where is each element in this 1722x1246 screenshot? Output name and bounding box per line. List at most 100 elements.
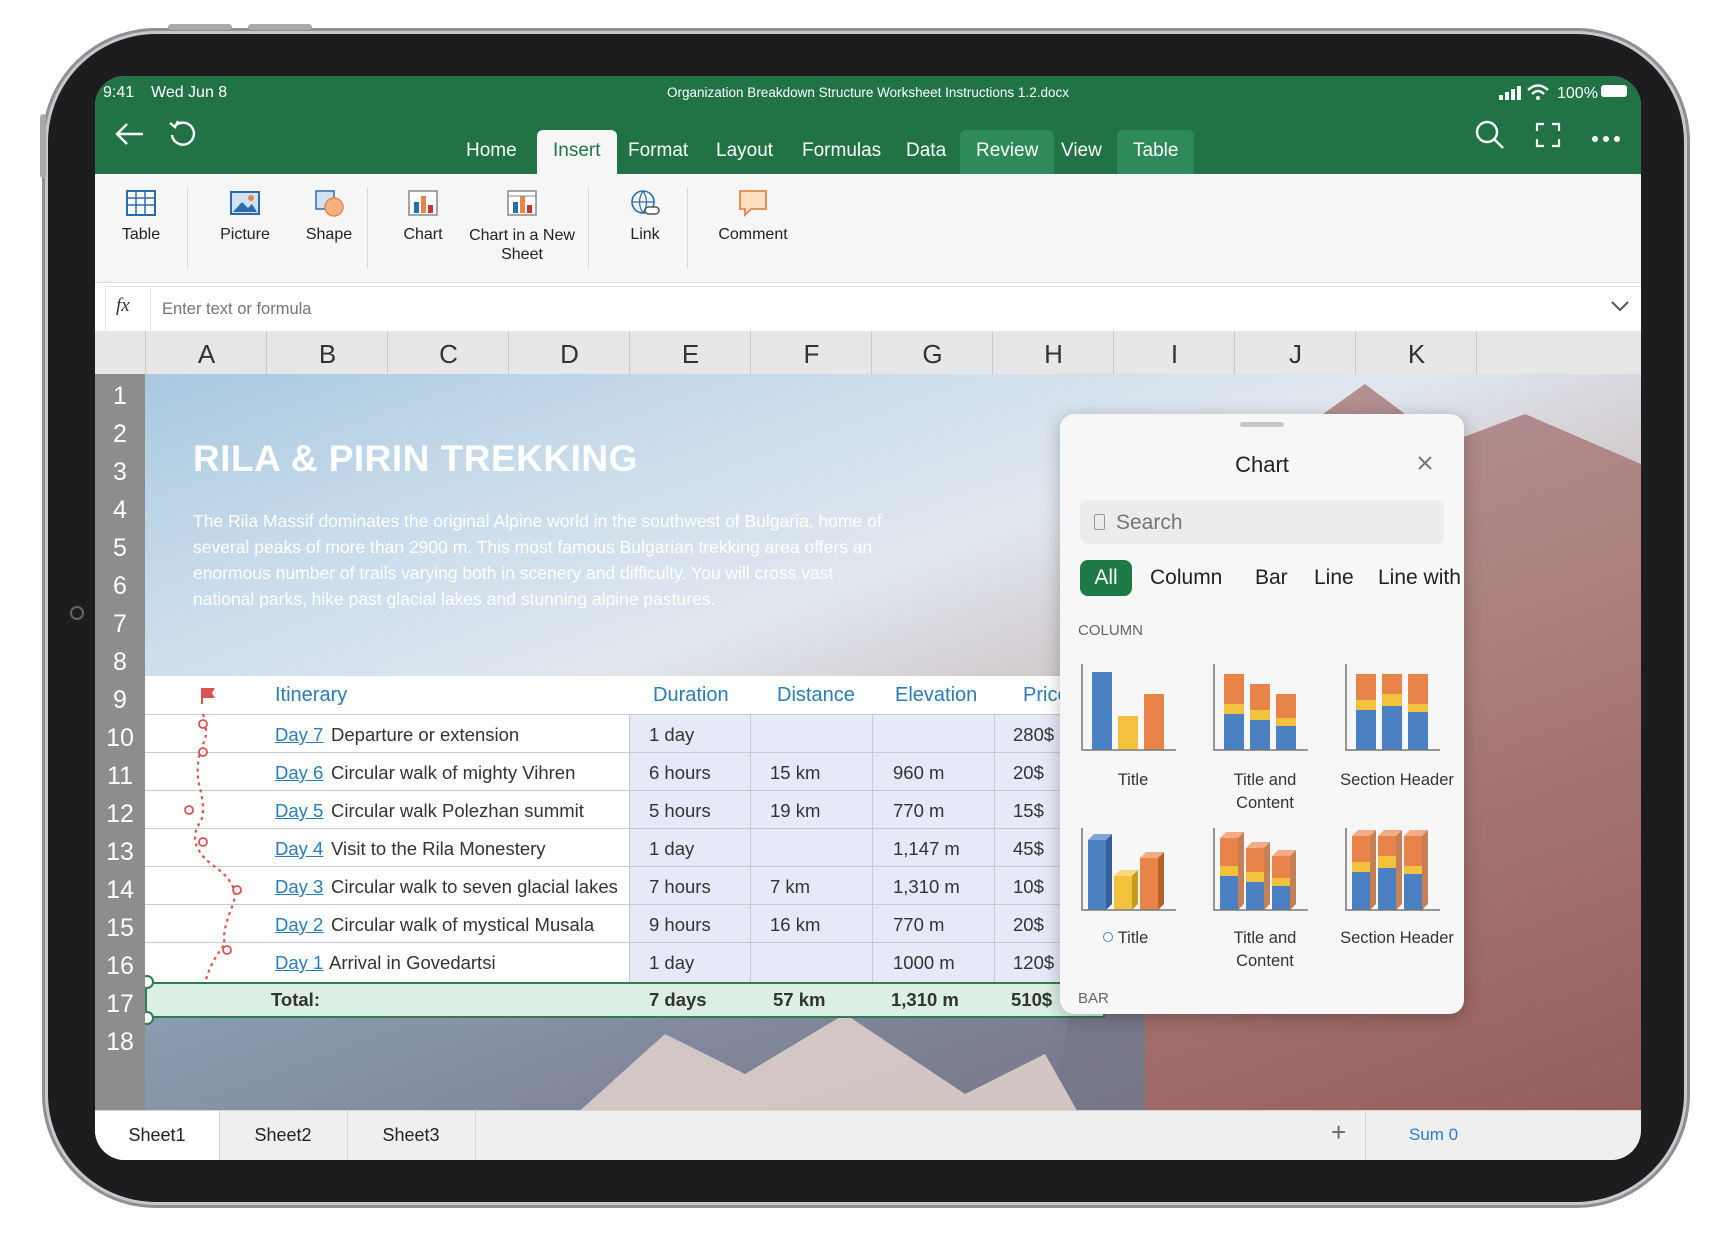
comment-icon [737, 188, 769, 218]
row-header[interactable]: 2 [95, 420, 145, 449]
filter-column[interactable]: Column [1150, 560, 1222, 596]
column-header[interactable]: E [629, 331, 751, 374]
chart-thumb-3d-percent-stacked[interactable]: Section Header [1340, 818, 1454, 998]
filter-all[interactable]: All [1080, 560, 1132, 596]
filter-line-with[interactable]: Line with [1378, 560, 1461, 596]
row-header[interactable]: 12 [95, 800, 145, 829]
table-row[interactable]: Day 4 Visit to the Rila Monestery 1 day … [145, 828, 1105, 867]
column-header[interactable]: G [871, 331, 993, 374]
tab-format[interactable]: Format [612, 130, 704, 174]
insert-chart-new-sheet-button[interactable]: Chart in a New Sheet [465, 188, 579, 264]
day-link[interactable]: Day 6 [275, 753, 323, 791]
search-icon[interactable] [1475, 120, 1505, 155]
chevron-down-icon[interactable] [1611, 299, 1629, 317]
chart-thumb-stacked[interactable]: Title and Content [1210, 660, 1320, 840]
more-icon[interactable] [1591, 130, 1621, 148]
table-row[interactable]: Day 2 Circular walk of mystical Musala 9… [145, 904, 1105, 943]
day-link[interactable]: Day 4 [275, 829, 323, 867]
column-header[interactable]: A [145, 331, 267, 374]
title-bar: 9:41 Wed Jun 8 Organization Breakdown St… [95, 76, 1641, 174]
insert-table-button[interactable]: Table [95, 188, 187, 244]
row-header[interactable]: 13 [95, 838, 145, 867]
table-row[interactable]: Day 6 Circular walk of mighty Vihren 6 h… [145, 752, 1105, 791]
tab-formulas[interactable]: Formulas [786, 130, 897, 174]
tab-home[interactable]: Home [450, 130, 533, 174]
row-header[interactable]: 18 [95, 1028, 145, 1057]
chart-search-input[interactable] [1114, 507, 1438, 539]
day-link[interactable]: Day 2 [275, 905, 323, 943]
filter-bar[interactable]: Bar [1255, 560, 1288, 596]
chart-thumb-3d-clustered[interactable]: Title [1078, 818, 1188, 998]
row-header[interactable]: 5 [95, 534, 145, 563]
tab-review[interactable]: Review [960, 130, 1055, 174]
day-link[interactable]: Day 3 [275, 867, 323, 905]
day-link[interactable]: Day 1 [275, 943, 323, 981]
back-arrow-icon[interactable] [113, 120, 145, 153]
drag-handle[interactable] [1240, 422, 1284, 427]
total-elevation: 1,310 m [891, 989, 959, 1010]
row-header[interactable]: 10 [95, 724, 145, 753]
insert-comment-button[interactable]: Comment [698, 188, 808, 244]
row-header[interactable]: 17 [95, 990, 145, 1019]
row-header[interactable]: 3 [95, 458, 145, 487]
row-header[interactable]: 9 [95, 686, 145, 715]
day-link[interactable]: Day 7 [275, 715, 323, 753]
row-header[interactable]: 14 [95, 876, 145, 905]
3d-percent-stacked-column-icon [1345, 828, 1440, 911]
row-header[interactable]: 1 [95, 382, 145, 411]
chart-thumb-3d-stacked[interactable]: Title and Content [1210, 818, 1320, 998]
row-header[interactable]: 15 [95, 914, 145, 943]
battery-icon [1601, 85, 1627, 97]
column-header[interactable]: D [508, 331, 630, 374]
table-row[interactable]: Day 3 Circular walk to seven glacial lak… [145, 866, 1105, 905]
column-header[interactable]: B [266, 331, 388, 374]
shape-icon [313, 188, 345, 218]
column-header[interactable]: I [1113, 331, 1235, 374]
row-header[interactable]: 6 [95, 572, 145, 601]
table-row[interactable]: Day 1 Arrival in Govedartsi 1 day 1000 m… [145, 942, 1105, 981]
tab-view[interactable]: View [1045, 130, 1118, 174]
link-icon [629, 188, 661, 218]
column-header[interactable]: C [387, 331, 509, 374]
tab-insert[interactable]: Insert [537, 130, 617, 174]
insert-shape-button[interactable]: Shape [283, 188, 375, 244]
chart-thumb-percent-stacked[interactable]: Section Header [1340, 660, 1454, 840]
total-label: Total: [271, 989, 320, 1010]
chart-search-box[interactable] [1080, 500, 1444, 544]
sum-readout[interactable]: Sum 0 [1409, 1125, 1458, 1145]
row-header[interactable]: 11 [95, 762, 145, 791]
column-header[interactable]: F [750, 331, 872, 374]
row-description: Circular walk of mighty Vihren [331, 762, 576, 783]
column-header[interactable]: K [1355, 331, 1477, 374]
formula-input[interactable] [160, 293, 1544, 325]
row-elevation: 960 m [893, 762, 945, 783]
column-header[interactable]: J [1234, 331, 1356, 374]
sheet-tab-2[interactable]: Sheet2 [219, 1111, 348, 1160]
row-header[interactable]: 16 [95, 952, 145, 981]
expand-icon[interactable] [1535, 122, 1561, 153]
tab-table[interactable]: Table [1117, 130, 1195, 174]
insert-picture-button[interactable]: Picture [199, 188, 291, 244]
day-link[interactable]: Day 5 [275, 791, 323, 829]
chart-thumb-clustered[interactable]: Title [1078, 660, 1188, 840]
row-header[interactable]: 8 [95, 648, 145, 677]
row-header[interactable]: 4 [95, 496, 145, 525]
table-row[interactable]: Day 5 Circular walk Polezhan summit 5 ho… [145, 790, 1105, 829]
row-description: Departure or extension [331, 724, 520, 745]
tab-layout[interactable]: Layout [700, 130, 789, 174]
column-header[interactable]: H [992, 331, 1114, 374]
tab-data[interactable]: Data [890, 130, 962, 174]
column-header[interactable] [1476, 331, 1598, 374]
row-header[interactable]: 7 [95, 610, 145, 639]
close-icon[interactable] [1416, 454, 1434, 477]
table-row[interactable]: Day 7 Departure or extension 1 day 280$ [145, 714, 1105, 753]
sheet-tab-1[interactable]: Sheet1 [95, 1111, 220, 1160]
insert-link-button[interactable]: Link [599, 188, 691, 244]
ribbon-separator [588, 188, 589, 268]
undo-icon[interactable] [167, 118, 197, 153]
total-row[interactable]: Total: 7 days 57 km 1,310 m 510$ [145, 982, 1105, 1018]
insert-chart-button[interactable]: Chart [377, 188, 469, 244]
sheet-tab-3[interactable]: Sheet3 [347, 1111, 476, 1160]
add-sheet-button[interactable]: + [1331, 1117, 1346, 1148]
filter-line[interactable]: Line [1314, 560, 1354, 596]
